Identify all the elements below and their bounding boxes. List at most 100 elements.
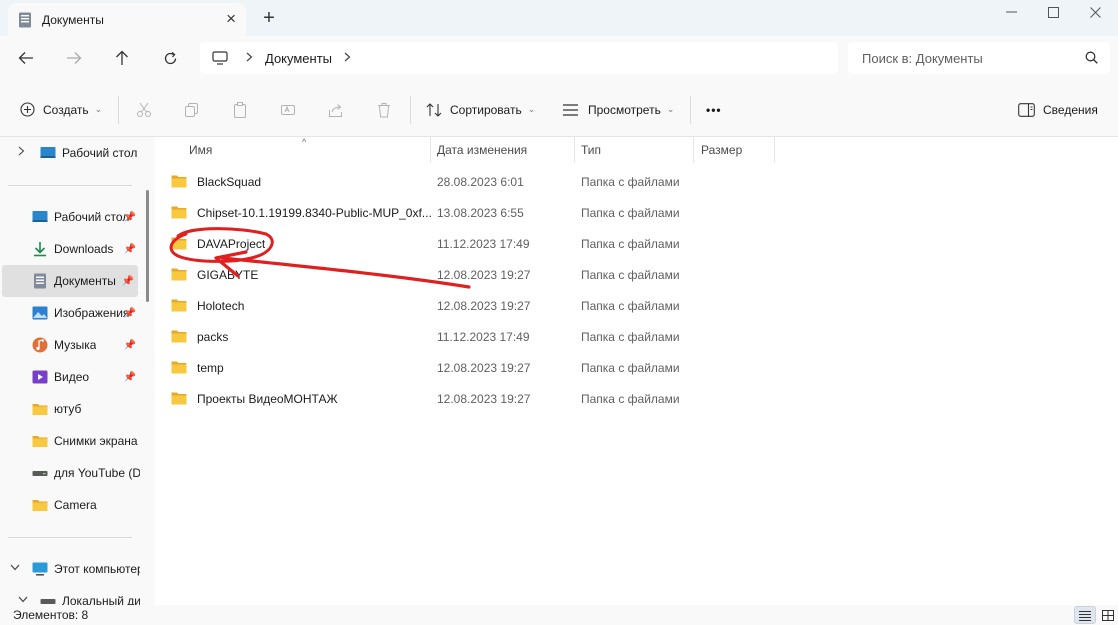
chevron-right-icon[interactable] <box>344 51 351 65</box>
pin-icon: 📌 <box>123 339 136 351</box>
sidebar-item-drive-d[interactable]: для YouTube (D:) <box>0 457 140 489</box>
table-row[interactable]: temp 12.08.2023 19:27 Папка с файлами <box>171 352 761 383</box>
share-button[interactable] <box>328 82 344 137</box>
sidebar-item-screenshots[interactable]: Снимки экрана <box>0 425 140 457</box>
chevron-down-icon: ⌄ <box>94 104 103 114</box>
column-divider[interactable] <box>774 137 775 163</box>
arrow-left-icon <box>18 52 33 64</box>
file-type: Папка с файлами <box>581 205 680 220</box>
column-header-type[interactable]: Тип <box>581 137 601 163</box>
sidebar-item-camera[interactable]: Camera <box>0 489 140 521</box>
sidebar-item-documents[interactable]: Документы 📌 <box>2 265 138 297</box>
sort-icon <box>426 102 442 117</box>
close-icon <box>1089 6 1101 18</box>
column-divider[interactable] <box>430 137 431 163</box>
maximize-icon <box>1047 6 1059 18</box>
sort-button[interactable]: Сортировать ⌄ <box>426 82 535 137</box>
file-name: temp <box>197 360 224 375</box>
create-button[interactable]: Создать ⌄ <box>20 82 102 137</box>
sidebar-item-local-disk[interactable]: Локальный диск <box>0 585 140 605</box>
details-button[interactable]: Сведения <box>1018 82 1098 137</box>
up-button[interactable] <box>108 46 136 70</box>
back-button[interactable] <box>12 46 40 70</box>
tab-documents[interactable]: Документы × <box>8 3 246 36</box>
maximize-button[interactable] <box>1030 0 1076 24</box>
pin-icon: 📌 <box>123 243 136 255</box>
details-view-button[interactable] <box>1074 606 1096 624</box>
minimize-button[interactable] <box>988 0 1034 24</box>
arrow-up-icon <box>116 50 128 65</box>
rename-button[interactable] <box>280 82 296 137</box>
file-type: Папка с файлами <box>581 236 680 251</box>
file-type: Папка с файлами <box>581 267 680 282</box>
delete-button[interactable] <box>376 82 392 137</box>
pin-icon: 📌 <box>123 307 136 319</box>
sidebar-item-pictures[interactable]: Изображения 📌 <box>0 297 140 329</box>
table-row[interactable]: BlackSquad 28.08.2023 6:01 Папка с файла… <box>171 166 761 197</box>
paste-button[interactable] <box>232 82 248 137</box>
folder-icon <box>32 404 48 415</box>
file-list: ^ Имя Дата изменения Тип Размер BlackSqu… <box>155 137 1118 605</box>
file-type: Папка с файлами <box>581 329 680 344</box>
search-input[interactable] <box>862 50 1072 66</box>
file-date: 12.08.2023 19:27 <box>437 298 531 313</box>
folder-icon <box>171 361 187 374</box>
desktop-icon <box>32 211 48 222</box>
chevron-down-icon[interactable] <box>18 595 28 605</box>
new-tab-button[interactable]: + <box>258 6 280 30</box>
drive-icon <box>32 471 48 476</box>
tiles-view-button[interactable] <box>1097 606 1118 624</box>
sidebar-item-youtube-folder[interactable]: ютуб <box>0 393 140 425</box>
column-header-name[interactable]: Имя <box>189 137 212 163</box>
table-row[interactable]: packs 11.12.2023 17:49 Папка с файлами <box>171 321 761 352</box>
more-options-button[interactable]: ••• <box>706 82 722 137</box>
sidebar-item-music[interactable]: Музыка 📌 <box>0 329 140 361</box>
pin-icon: 📌 <box>121 275 134 287</box>
table-row[interactable]: Проекты ВидеоМОНТАЖ 12.08.2023 19:27 Пап… <box>171 383 761 414</box>
address-bar[interactable]: Документы <box>200 42 838 74</box>
sidebar-item-label: Музыка <box>54 338 97 352</box>
file-name: Проекты ВидеоМОНТАЖ <box>197 391 338 406</box>
table-row[interactable]: GIGABYTE 12.08.2023 19:27 Папка с файлам… <box>171 259 761 290</box>
breadcrumb-documents[interactable]: Документы <box>265 51 332 66</box>
sidebar-item-downloads[interactable]: Downloads 📌 <box>0 233 140 265</box>
view-button[interactable]: Просмотреть ⌄ <box>562 82 674 137</box>
file-date: 28.08.2023 6:01 <box>437 174 524 189</box>
pin-icon: 📌 <box>123 211 136 223</box>
file-type: Папка с файлами <box>581 360 680 375</box>
table-row[interactable]: Holotech 12.08.2023 19:27 Папка с файлам… <box>171 290 761 321</box>
file-date: 13.08.2023 6:55 <box>437 205 524 220</box>
sidebar-item-desktop[interactable]: Рабочий стол 📌 <box>0 201 140 233</box>
sidebar-item-label: ютуб <box>54 402 82 416</box>
close-window-button[interactable] <box>1072 0 1118 24</box>
documents-icon <box>19 12 31 27</box>
chevron-right-icon[interactable] <box>246 51 253 65</box>
column-divider[interactable] <box>574 137 575 163</box>
column-header-date[interactable]: Дата изменения <box>437 137 527 163</box>
folder-icon <box>171 175 187 188</box>
table-row[interactable]: Chipset-10.1.19199.8340-Public-MUP_0xf..… <box>171 197 761 228</box>
sidebar-item-label: Downloads <box>54 242 114 256</box>
create-label: Создать <box>43 102 89 117</box>
chevron-right-icon[interactable] <box>18 146 25 159</box>
sidebar-item-video[interactable]: Видео 📌 <box>0 361 140 393</box>
column-divider[interactable] <box>693 137 694 163</box>
forward-button[interactable] <box>60 46 88 70</box>
chevron-down-icon[interactable] <box>10 563 20 574</box>
refresh-button[interactable] <box>156 46 184 70</box>
sidebar-item-desktop-root[interactable]: Рабочий стол <box>0 137 140 169</box>
table-row[interactable]: DAVAProject 11.12.2023 17:49 Папка с фай… <box>171 228 761 259</box>
status-bar: Элементов: 8 <box>0 605 1118 625</box>
copy-button[interactable] <box>184 82 200 137</box>
sidebar-item-label: Изображения <box>54 306 130 320</box>
details-pane-icon <box>1018 102 1035 117</box>
search-box[interactable] <box>848 42 1110 74</box>
sidebar-item-this-pc[interactable]: Этот компьютер <box>0 553 140 585</box>
folder-icon <box>171 206 187 219</box>
pictures-icon <box>32 306 48 320</box>
column-header-size[interactable]: Размер <box>701 137 742 163</box>
cut-button[interactable] <box>136 82 152 137</box>
sidebar-scrollbar[interactable] <box>146 190 149 302</box>
folder-icon <box>32 436 48 447</box>
close-tab-icon[interactable]: × <box>226 9 236 29</box>
